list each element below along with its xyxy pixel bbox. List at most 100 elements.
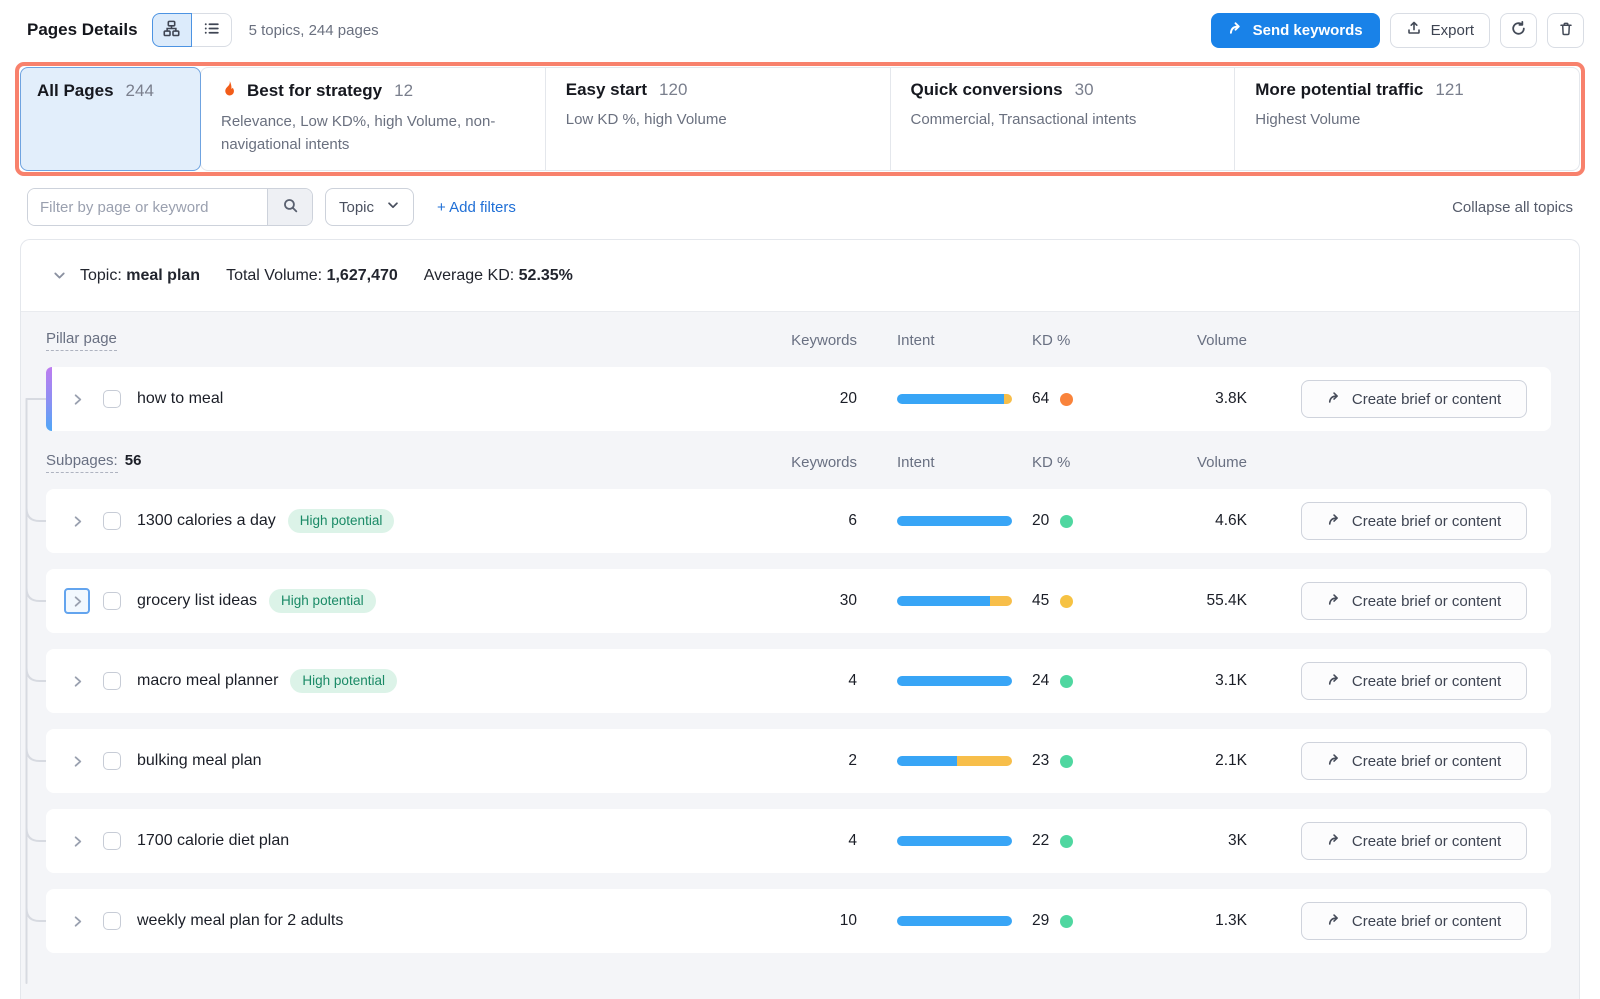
create-brief-button[interactable]: Create brief or content [1301,582,1527,620]
create-brief-button[interactable]: Create brief or content [1301,902,1527,940]
pillar-gradient-stripe [46,367,52,431]
create-brief-button[interactable]: Create brief or content [1301,822,1527,860]
volume-column-header: Volume [1132,454,1247,471]
intent-bar [897,756,1012,766]
kd-value: 29 [1032,912,1052,930]
export-button[interactable]: Export [1390,13,1490,48]
forward-arrow-icon [1327,512,1342,531]
tab-all-pages[interactable]: All Pages 244 [20,67,201,171]
create-brief-button[interactable]: Create brief or content [1301,502,1527,540]
collapse-all-topics-link[interactable]: Collapse all topics [1452,199,1573,216]
row-checkbox[interactable] [103,390,121,408]
kd-value: 24 [1032,672,1052,690]
row-checkbox[interactable] [103,592,121,610]
forward-arrow-icon [1327,672,1342,691]
volume-value: 4.6K [1132,512,1247,530]
volume-value: 2.1K [1132,752,1247,770]
page-name: grocery list ideas [137,592,257,610]
high-potential-badge: High potential [290,669,397,693]
intent-column-header: Intent [897,454,1012,471]
list-icon [203,20,220,40]
subpages-column-label: Subpages: [46,452,118,473]
high-potential-badge: High potential [269,589,376,613]
create-brief-button[interactable]: Create brief or content [1301,380,1527,418]
search-button[interactable] [267,189,312,225]
row-checkbox[interactable] [103,832,121,850]
intent-bar [897,676,1012,686]
kd-value: 45 [1032,592,1052,610]
topic-name: Topic: meal plan [80,267,200,285]
pages-details-screen: Pages Details [0,0,1600,999]
row-checkbox[interactable] [103,752,121,770]
page-name: bulking meal plan [137,752,262,770]
topic-filter-dropdown[interactable]: Topic [325,188,414,226]
topics-pages-summary: 5 topics, 244 pages [249,22,379,39]
expand-row-button[interactable] [64,828,90,854]
kd-difficulty-dot [1060,393,1073,406]
tab-quick-conversions[interactable]: Quick conversions 30 Commercial, Transac… [890,68,1235,170]
refresh-button[interactable] [1500,13,1537,48]
refresh-icon [1510,20,1527,40]
kd-value: 20 [1032,512,1052,530]
table-row: 1300 calories a day High potential 6 20 … [46,489,1551,553]
sitemap-icon [163,20,180,40]
kd-difficulty-dot [1060,595,1073,608]
keywords-count: 4 [767,672,857,690]
kd-difficulty-dot [1060,515,1073,528]
chevron-down-icon [386,198,400,216]
page-title: Pages Details [27,20,138,40]
tab-easy-start[interactable]: Easy start 120 Low KD %, high Volume [545,68,890,170]
expand-row-button[interactable] [64,908,90,934]
list-view-toggle-button[interactable] [192,13,232,47]
volume-value: 3.8K [1132,390,1247,408]
row-checkbox[interactable] [103,512,121,530]
volume-value: 55.4K [1132,592,1247,610]
page-name: 1700 calorie diet plan [137,832,289,850]
intent-bar [897,596,1012,606]
filter-search-input[interactable] [28,189,267,225]
forward-arrow-icon [1327,912,1342,931]
filter-search [27,188,313,226]
volume-value: 3K [1132,832,1247,850]
table-row: 1700 calorie diet plan 4 22 3K Create br… [46,809,1551,873]
send-keywords-button[interactable]: Send keywords [1211,13,1380,48]
pages-table: Pillar page Keywords Intent KD % Volume [21,311,1579,999]
intent-bar [897,516,1012,526]
expand-row-button[interactable] [64,386,90,412]
page-filter-tabs: All Pages 244 Best for strategy 12 [20,67,1580,171]
add-filters-link[interactable]: + Add filters [437,199,516,216]
expand-row-button[interactable] [64,748,90,774]
forward-arrow-icon [1327,592,1342,611]
tab-best-for-strategy[interactable]: Best for strategy 12 Relevance, Low KD%,… [201,68,545,170]
view-mode-toggle [152,13,232,47]
keywords-count: 6 [767,512,857,530]
expand-row-button[interactable] [64,508,90,534]
kd-difficulty-dot [1060,915,1073,928]
expand-row-button[interactable] [64,668,90,694]
keywords-count: 30 [767,592,857,610]
create-brief-button[interactable]: Create brief or content [1301,742,1527,780]
topic-total-volume: Total Volume: 1,627,470 [226,267,398,285]
forward-arrow-icon [1327,390,1342,409]
kd-difficulty-dot [1060,755,1073,768]
subpages-count: 56 [125,452,142,469]
high-potential-badge: High potential [288,509,395,533]
create-brief-button[interactable]: Create brief or content [1301,662,1527,700]
table-row: weekly meal plan for 2 adults 10 29 1.3K… [46,889,1551,953]
export-icon [1406,20,1422,40]
tab-more-potential-traffic[interactable]: More potential traffic 121 Highest Volum… [1234,68,1579,170]
page-name: macro meal planner [137,672,278,690]
volume-value: 3.1K [1132,672,1247,690]
topic-collapse-chevron-icon[interactable] [52,268,67,283]
row-checkbox[interactable] [103,912,121,930]
expand-row-button[interactable] [64,588,90,614]
trash-icon [1558,21,1574,40]
keywords-count: 2 [767,752,857,770]
delete-button[interactable] [1547,13,1584,48]
pillar-table-header: Pillar page Keywords Intent KD % Volume [46,329,1551,351]
intent-bar [897,836,1012,846]
row-checkbox[interactable] [103,672,121,690]
keywords-count: 20 [767,390,857,408]
tree-view-toggle-button[interactable] [152,13,192,47]
intent-column-header: Intent [897,332,1012,349]
